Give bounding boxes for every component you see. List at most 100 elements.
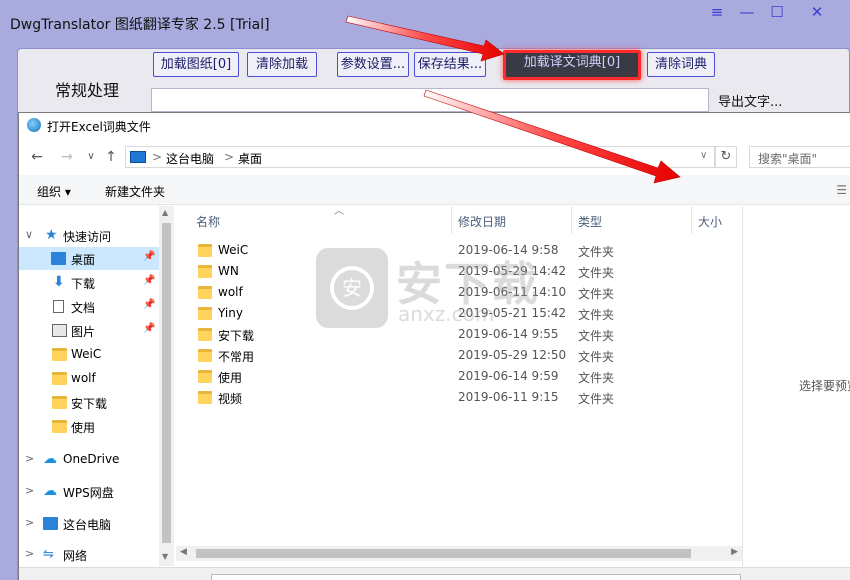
file-type: 文件夹 (578, 392, 615, 406)
folder-icon (198, 244, 212, 257)
view-options-icon[interactable]: ☰ (836, 183, 847, 197)
folder-icon (52, 420, 67, 433)
forward-icon[interactable]: → (57, 147, 77, 167)
pin-icon[interactable]: 📌 (143, 299, 155, 310)
nav-folder-anxiazai[interactable]: 安下载 (19, 391, 159, 414)
nav-folder-wolf[interactable]: wolf (19, 367, 159, 390)
nav-label: 文档 (71, 301, 96, 315)
filename-input[interactable] (211, 574, 741, 580)
expand-icon[interactable]: > (25, 452, 34, 465)
folder-icon (198, 286, 212, 299)
download-icon: ⬇ (53, 274, 65, 290)
folder-icon (198, 265, 212, 278)
organize-button[interactable]: 组织 ▾ (37, 183, 71, 200)
nav-onedrive[interactable]: > ☁ OneDrive (19, 448, 159, 471)
load-drawing-button[interactable]: 加载图纸[0] (153, 52, 239, 77)
maximize-icon[interactable]: ☐ (762, 2, 792, 24)
back-icon[interactable]: ← (27, 147, 47, 167)
recent-locations-icon[interactable]: ∨ (81, 147, 101, 167)
column-modified[interactable]: 修改日期 (458, 213, 506, 230)
address-separator: > (152, 150, 163, 164)
load-dictionary-button[interactable]: 加载译文词典[0] (503, 50, 641, 80)
save-result-button[interactable]: 保存结果... (414, 52, 486, 77)
scrollbar-thumb[interactable] (162, 223, 171, 543)
nav-documents[interactable]: 文档 📌 (19, 295, 159, 318)
column-name[interactable]: 名称 (196, 213, 220, 230)
document-icon (53, 300, 64, 313)
scroll-down-icon[interactable]: ▼ (162, 552, 168, 561)
nav-desktop[interactable]: 桌面 📌 (19, 247, 159, 270)
scroll-right-icon[interactable]: ▶ (731, 547, 738, 557)
export-text-link[interactable]: 导出文字... (718, 91, 782, 110)
file-row[interactable]: 视频 2019-06-11 9:15 文件夹 (176, 387, 742, 408)
column-divider[interactable] (451, 206, 452, 234)
nav-network[interactable]: > ⇋ 网络 (19, 543, 159, 566)
clear-dictionary-button[interactable]: 清除词典 (647, 52, 715, 77)
column-divider[interactable] (691, 206, 692, 234)
minimize-icon[interactable]: — (732, 2, 762, 24)
refresh-icon[interactable]: ↻ (715, 146, 737, 168)
params-button[interactable]: 参数设置... (337, 52, 409, 77)
address-current[interactable]: 桌面 (238, 150, 262, 167)
nav-scrollbar[interactable]: ▲ ▼ (159, 206, 174, 566)
column-size[interactable]: 大小 (698, 213, 722, 230)
clear-load-button[interactable]: 清除加载 (247, 52, 317, 77)
file-name: Yiny (218, 306, 243, 320)
pin-icon[interactable]: 📌 (143, 251, 155, 262)
file-type: 文件夹 (578, 266, 615, 280)
scroll-up-icon[interactable]: ▲ (162, 208, 168, 217)
new-folder-button[interactable]: 新建文件夹 (105, 183, 165, 200)
scroll-left-icon[interactable]: ◀ (180, 547, 187, 557)
dialog-title: 打开Excel词典文件 (47, 120, 151, 134)
file-type: 文件夹 (578, 329, 615, 343)
picture-icon (52, 324, 67, 337)
file-name: WeiC (218, 243, 249, 257)
scrollbar-thumb[interactable] (196, 549, 691, 558)
expand-icon[interactable]: > (25, 484, 34, 497)
file-date: 2019-05-29 12:50 (458, 348, 567, 362)
column-type[interactable]: 类型 (578, 213, 602, 230)
file-row[interactable]: 不常用 2019-05-29 12:50 文件夹 (176, 345, 742, 366)
network-icon: ⇋ (43, 547, 54, 562)
up-icon[interactable]: ↑ (101, 147, 121, 167)
file-row[interactable]: 使用 2019-06-14 9:59 文件夹 (176, 366, 742, 387)
nav-wps-drive[interactable]: > ☁ WPS网盘 (19, 480, 159, 503)
search-input[interactable]: 搜索"桌面" (749, 146, 850, 168)
address-bar[interactable]: > 这台电脑 > 桌面 ∨ (125, 146, 715, 168)
nav-label: 安下载 (71, 397, 108, 411)
file-type: 文件夹 (578, 245, 615, 259)
preview-hint: 选择要预览 (799, 379, 850, 393)
column-divider[interactable] (571, 206, 572, 234)
horizontal-scrollbar[interactable]: ◀ ▶ (176, 546, 742, 561)
shield-icon: 安 (330, 266, 374, 310)
file-type: 文件夹 (578, 371, 615, 385)
expand-icon[interactable]: > (25, 516, 34, 529)
chevron-down-icon[interactable]: ∨ (700, 150, 707, 161)
pin-icon[interactable]: 📌 (143, 275, 155, 286)
nav-downloads[interactable]: ⬇ 下载 📌 (19, 271, 159, 294)
app-textbox[interactable] (151, 88, 709, 112)
pin-icon[interactable]: 📌 (143, 323, 155, 334)
address-root[interactable]: 这台电脑 (166, 150, 214, 167)
nav-pictures[interactable]: 图片 📌 (19, 319, 159, 342)
nav-folder-shiyong[interactable]: 使用 (19, 415, 159, 438)
dialog-titlebar: 打开Excel词典文件 (19, 113, 850, 141)
cloud-icon: ☁ (43, 483, 57, 499)
expand-icon[interactable]: > (25, 547, 34, 560)
nav-this-pc[interactable]: > 这台电脑 (19, 512, 159, 535)
close-icon[interactable]: ✕ (802, 2, 832, 24)
search-placeholder: 搜索"桌面" (758, 152, 818, 166)
folder-icon (52, 396, 67, 409)
nav-label: 快速访问 (63, 230, 112, 244)
open-file-dialog: 打开Excel词典文件 ← → ∨ ↑ > 这台电脑 > 桌面 ∨ ↻ 搜索"桌… (18, 112, 850, 580)
nav-label: 这台电脑 (63, 518, 112, 532)
nav-label: 网络 (63, 549, 88, 563)
nav-label: WPS网盘 (63, 486, 114, 500)
nav-label: 桌面 (71, 253, 96, 267)
preview-divider (742, 206, 743, 566)
menu-icon[interactable]: ≡ (702, 2, 732, 24)
computer-icon (43, 517, 58, 530)
nav-folder-weic[interactable]: WeiC (19, 343, 159, 366)
expand-icon[interactable]: ∨ (25, 228, 33, 241)
nav-quick-access[interactable]: ∨ ★ 快速访问 (19, 224, 159, 247)
